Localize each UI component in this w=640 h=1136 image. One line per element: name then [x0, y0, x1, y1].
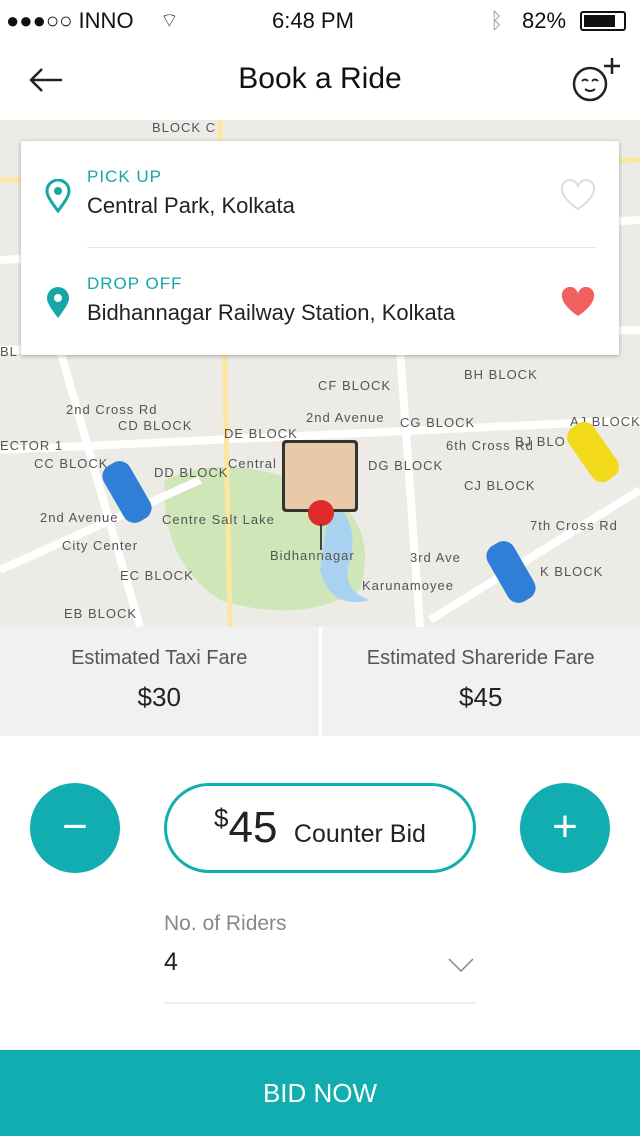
map-label: Centre Salt Lake — [162, 512, 275, 527]
bid-amount: 45 — [228, 803, 278, 852]
map-label: 3rd Ave — [410, 550, 461, 565]
heart-filled-icon[interactable] — [560, 286, 596, 318]
map-label: DG BLOCK — [368, 458, 444, 473]
dropoff-field[interactable]: DROP OFF Bidhannagar Railway Station, Ko… — [87, 274, 455, 326]
map-label: CG BLOCK — [400, 415, 476, 430]
map-label: 7th Cross Rd — [530, 518, 618, 533]
map-label: K BLOCK — [540, 564, 604, 579]
pin-stem — [320, 524, 322, 550]
map-label: CJ BLOCK — [464, 478, 536, 493]
dropoff-value: Bidhannagar Railway Station, Kolkata — [87, 300, 456, 325]
map-label: DE BLOCK — [224, 426, 298, 441]
map-label: DD BLOCK — [154, 465, 229, 480]
map-label: CD BLOCK — [118, 418, 193, 433]
map-label: 2nd Avenue — [40, 510, 119, 525]
map-label: CC BLOCK — [34, 456, 109, 471]
battery-percent: 82% — [522, 8, 567, 33]
map-label: Bidhannagar — [270, 548, 355, 563]
taxi-fare: Estimated Taxi Fare $30 — [0, 627, 319, 736]
fare-value: $30 — [137, 682, 181, 712]
riders-select[interactable]: No. of Riders 4 — [164, 912, 476, 1004]
map-label: Karunamoyee — [362, 578, 454, 593]
fare-label: Estimated Taxi Fare — [71, 647, 248, 669]
shareride-fare: Estimated Shareride Fare $45 — [321, 627, 640, 736]
decrease-bid-button[interactable]: − — [30, 783, 120, 873]
divider — [87, 247, 597, 248]
bid-now-button[interactable]: BID NOW — [0, 1050, 640, 1136]
bid-label: Counter Bid — [293, 820, 426, 848]
map-label: EB BLOCK — [64, 606, 138, 621]
map-label: 6th Cross Rd — [446, 438, 534, 453]
riders-value: 4 — [164, 948, 178, 976]
location-pin-icon — [308, 500, 334, 526]
wifi-icon: ⌔ — [160, 10, 179, 32]
battery-icon — [580, 11, 626, 31]
counter-bid-field[interactable]: $45 Counter Bid — [164, 783, 476, 873]
status-bar: ●●●○○ INNO ⌔ 6:48 PM ᛒ 82% — [0, 0, 640, 40]
map-label: City Center — [62, 538, 139, 553]
dropoff-label: DROP OFF — [87, 274, 183, 293]
map-label: CF BLOCK — [318, 378, 392, 393]
fare-estimates: Estimated Taxi Fare $30 Estimated Shareri… — [0, 627, 640, 736]
heart-outline-icon[interactable] — [560, 179, 596, 211]
add-user-face-icon[interactable] — [566, 56, 624, 104]
map-label: BL — [0, 344, 18, 359]
increase-bid-button[interactable]: + — [520, 783, 610, 873]
pin-icon — [47, 287, 69, 318]
bluetooth-icon: ᛒ — [490, 8, 504, 33]
pickup-label: PICK UP — [87, 167, 163, 186]
map-label: ECTOR 1 — [0, 438, 64, 453]
map-label: 2nd Avenue — [306, 410, 385, 425]
bid-currency: $ — [214, 803, 229, 833]
fare-value: $45 — [459, 682, 503, 712]
page-title: Book a Ride — [238, 62, 402, 95]
pickup-field[interactable]: PICK UP Central Park, Kolkata — [87, 167, 295, 219]
map-label: BH BLOCK — [464, 367, 538, 382]
riders-label: No. of Riders — [164, 912, 287, 935]
map-label: EC BLOCK — [120, 568, 194, 583]
pin-icon — [45, 179, 71, 213]
carrier: ●●●○○ INNO — [6, 8, 134, 33]
map-label: 2nd Cross Rd — [66, 402, 158, 417]
nav-bar: Book a Ride — [0, 40, 640, 120]
fare-label: Estimated Shareride Fare — [366, 647, 595, 669]
time: 6:48 PM — [272, 8, 354, 33]
route-card: PICK UP Central Park, Kolkata DROP OFF B… — [21, 141, 619, 355]
map-label: BLOCK C — [152, 120, 217, 135]
chevron-down-icon — [448, 958, 474, 972]
pickup-value: Central Park, Kolkata — [87, 193, 295, 218]
